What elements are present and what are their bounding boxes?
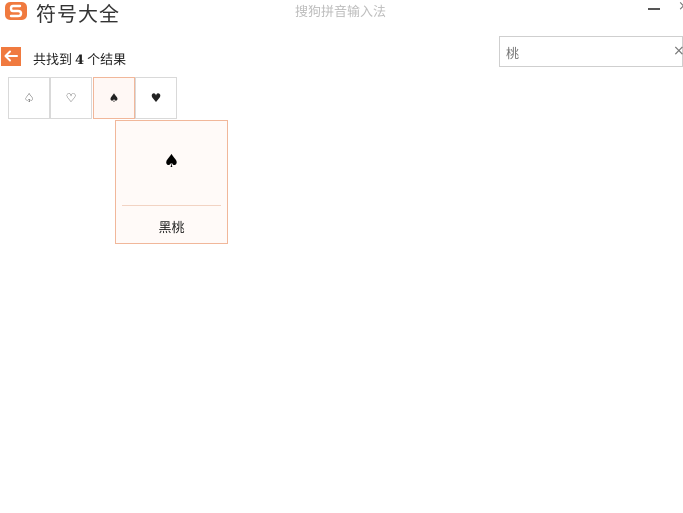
symbol-cell-selected[interactable]: ♠ (93, 77, 135, 119)
close-icon[interactable]: × (678, 0, 683, 14)
symbol-preview-popup: ♠ 黑桃 (115, 120, 228, 244)
search-input[interactable] (506, 42, 656, 62)
sogou-logo-icon (4, 0, 29, 22)
back-button[interactable] (1, 47, 21, 66)
preview-symbol: ♠ (163, 151, 180, 172)
search-box: × (499, 36, 683, 67)
divider (122, 205, 221, 206)
symbol-char: ♠ (108, 91, 120, 105)
result-suffix: 个结果 (87, 53, 127, 68)
clear-icon[interactable]: × (673, 43, 683, 59)
result-prefix: 共找到 (33, 53, 73, 68)
symbol-cell[interactable]: ♡ (50, 77, 92, 119)
preview-symbol-name: 黑桃 (158, 221, 185, 236)
back-arrow-icon (4, 47, 18, 66)
symbol-cell[interactable]: ♤ (8, 77, 50, 119)
result-count: 4 (75, 53, 85, 68)
symbol-char: ♥ (150, 91, 162, 105)
result-count-text: 共找到 4 个结果 (33, 49, 126, 68)
symbol-char: ♤ (23, 91, 35, 105)
symbol-cell[interactable]: ♥ (135, 77, 177, 119)
app-title: 符号大全 (36, 2, 120, 26)
symbol-char: ♡ (65, 91, 77, 105)
minimize-icon[interactable] (648, 8, 660, 10)
ime-title: 搜狗拼音输入法 (295, 5, 387, 20)
